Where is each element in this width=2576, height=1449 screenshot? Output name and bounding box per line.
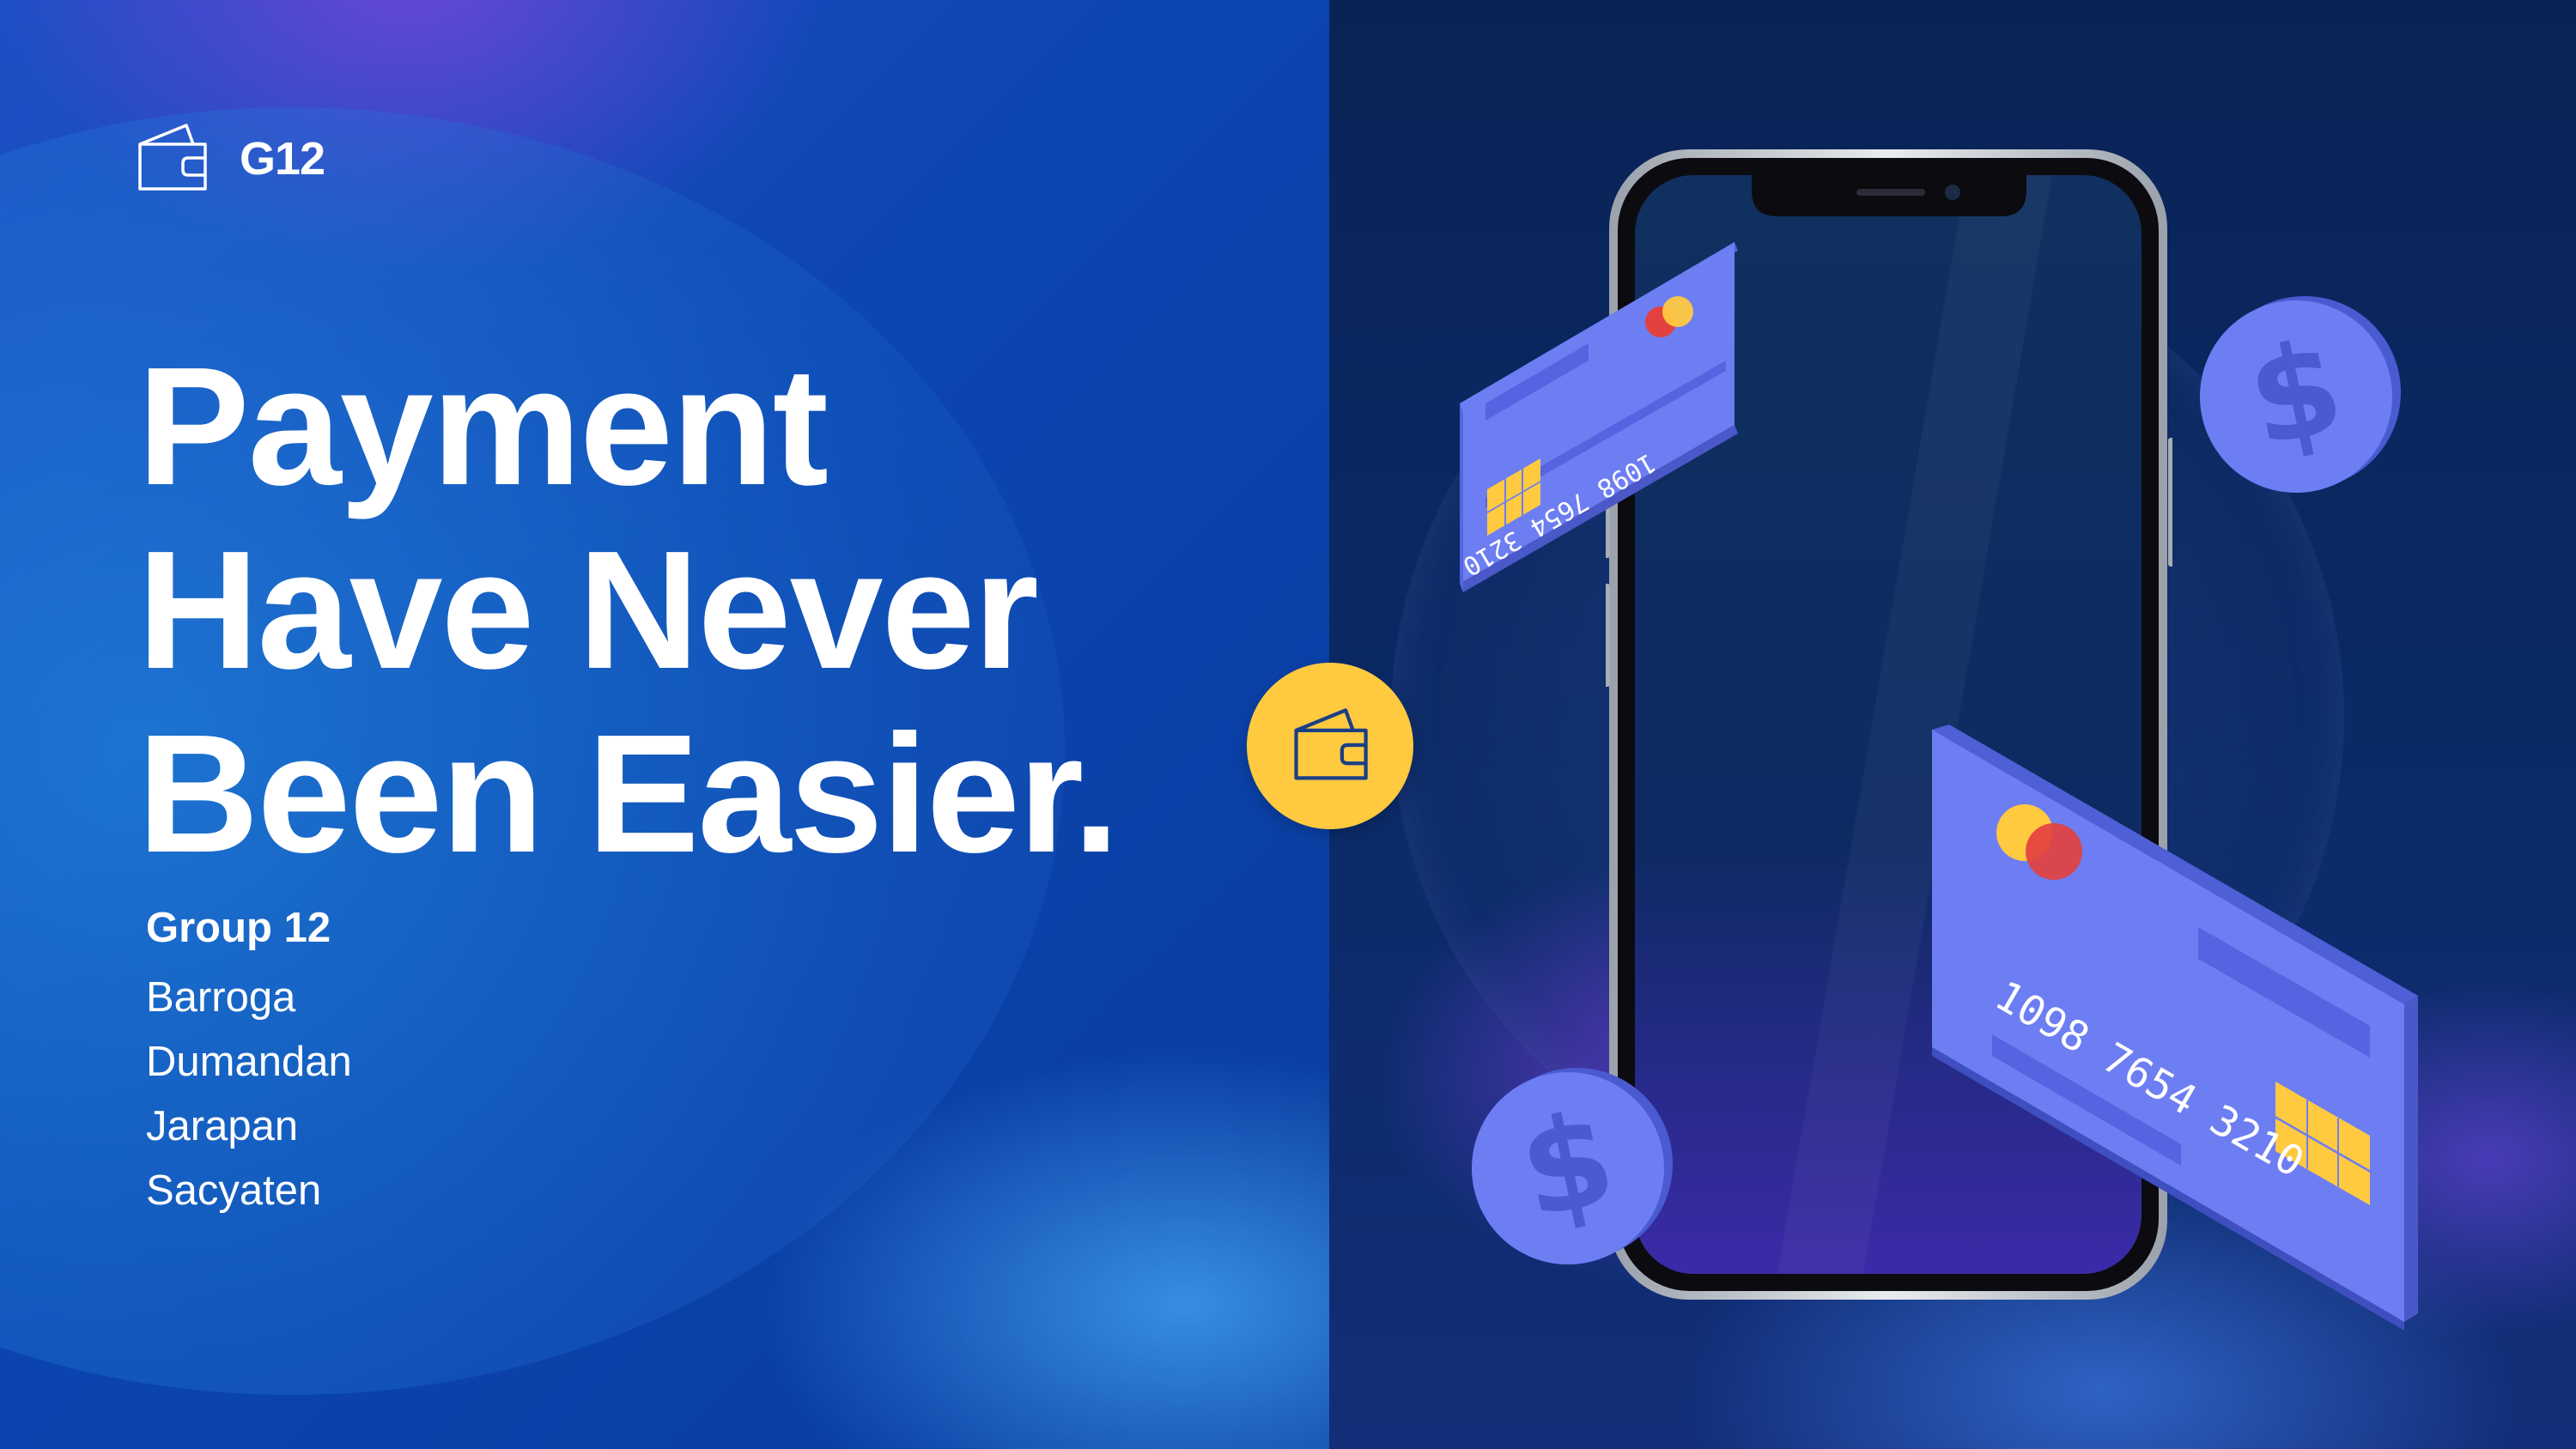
member-name: Sacyaten xyxy=(146,1167,322,1214)
group-title: Group 12 xyxy=(146,905,331,951)
headline-line-2: Have Never xyxy=(137,516,1039,704)
wallet-badge xyxy=(1247,663,1413,829)
member-name: Jarapan xyxy=(146,1103,299,1149)
headline: Payment Have Never Been Easier. xyxy=(137,332,1120,888)
credit-card-top: 1098 7654 3210 xyxy=(1451,240,1743,601)
headline-line-1: Payment xyxy=(137,332,829,520)
headline-line-3: Been Easier. xyxy=(137,700,1120,888)
dollar-coin-icon: $ xyxy=(1467,1068,1676,1269)
credit-card-bottom: 1098 7654 3210 xyxy=(1923,721,2421,1331)
member-list: Barroga Dumandan Jarapan Sacyaten xyxy=(146,966,352,1223)
member-name: Barroga xyxy=(146,974,296,1021)
wallet-icon xyxy=(1294,708,1368,780)
brand-logo: G12 xyxy=(133,120,325,197)
wallet-icon xyxy=(138,124,207,191)
dollar-coin-icon: $ xyxy=(2195,296,2404,497)
member-name: Dumandan xyxy=(146,1039,352,1085)
brand-name: G12 xyxy=(240,133,325,185)
